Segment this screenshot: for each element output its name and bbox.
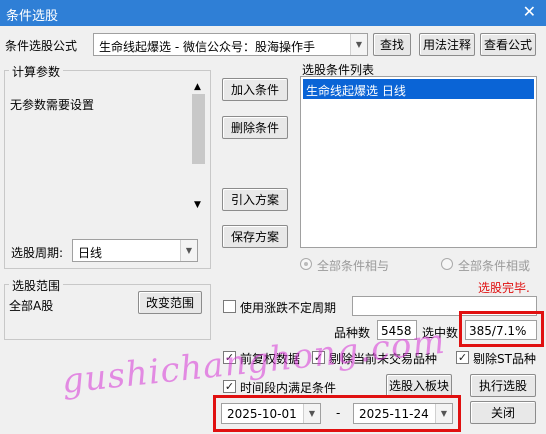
import-scheme-button[interactable]: 引入方案 [222,188,288,211]
period-value: 日线 [78,246,103,260]
status-text: 选股完毕. [478,281,530,295]
params-scrollbar[interactable]: ▲ ▼ [191,80,206,214]
range-title: 选股范围 [9,277,64,294]
highlight-box-selected [459,311,544,347]
or-label: 全部条件相或 [458,259,531,273]
and-radio[interactable] [300,258,312,270]
to-block-button[interactable]: 选股入板块 [386,374,452,397]
save-scheme-button[interactable]: 保存方案 [222,225,288,248]
conditions-list[interactable]: 生命线起爆选 日线 [300,76,537,248]
add-condition-button[interactable]: 加入条件 [222,78,288,101]
scroll-thumb[interactable] [192,94,205,164]
find-button[interactable]: 查找 [373,33,411,56]
use-period-checkbox[interactable] [223,300,236,313]
highlight-box-dates [213,395,461,432]
title-bar: 条件选股 ✕ [0,0,546,26]
range-value: 全部A股 [9,299,54,313]
usage-button[interactable]: 用法注释 [419,33,475,56]
chevron-down-icon[interactable]: ▼ [180,240,197,261]
close-icon[interactable]: ✕ [523,2,536,21]
exclude-st-label: 剔除ST品种 [473,352,536,366]
params-area: 无参数需要设置 ▲ ▼ [6,80,206,214]
delete-condition-button[interactable]: 删除条件 [222,116,288,139]
params-text: 无参数需要设置 [10,98,95,112]
period-label: 选股周期: [11,246,64,260]
formula-value: 生命线起爆选 - 微信公众号：股海操作手 [99,40,315,54]
exclude-st-checkbox[interactable]: ✓ [456,351,469,364]
scroll-up-icon[interactable]: ▲ [194,82,201,92]
list-item[interactable]: 生命线起爆选 日线 [303,79,534,99]
close-button[interactable]: 关闭 [470,401,536,424]
params-title: 计算参数 [9,63,64,80]
use-period-label: 使用涨跌不定周期 [240,301,337,315]
or-radio[interactable] [441,258,453,270]
window-title: 条件选股 [6,9,59,24]
change-range-button[interactable]: 改变范围 [138,291,202,314]
formula-label: 条件选股公式 [5,39,78,53]
view-formula-button[interactable]: 查看公式 [480,33,536,56]
formula-select[interactable]: 生命线起爆选 - 微信公众号：股海操作手 ▼ [93,33,368,56]
scroll-down-icon[interactable]: ▼ [194,200,201,210]
period-select[interactable]: 日线 ▼ [72,239,198,262]
and-label: 全部条件相与 [317,259,390,273]
execute-button[interactable]: 执行选股 [470,374,536,397]
chevron-down-icon[interactable]: ▼ [350,34,367,55]
